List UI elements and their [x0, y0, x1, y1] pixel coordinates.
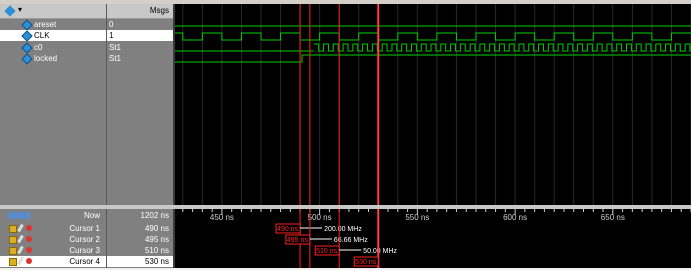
cursor-name: Cursor 4 — [69, 257, 100, 266]
cursor-delta-label: 50.00 MHz — [363, 248, 397, 255]
cursor-time-label: 495 ns — [287, 237, 309, 244]
signal-name: areset — [34, 20, 57, 29]
signal-row-clk[interactable]: CLK — [0, 30, 106, 42]
signal-icon — [21, 19, 33, 31]
cursor-value: 510 ns — [144, 246, 169, 255]
lock-icon[interactable] — [9, 225, 17, 233]
waveform-canvas[interactable] — [163, 4, 691, 205]
cursor-names-pane: Now Cursor 1 Cursor 2 Cursor 3 Cursor 4 — [0, 209, 106, 268]
delete-cursor-icon[interactable] — [26, 247, 32, 253]
signal-value: St1 — [109, 43, 122, 52]
now-icons[interactable] — [8, 212, 30, 219]
signal-name: CLK — [34, 31, 50, 40]
cursor-name: Cursor 2 — [69, 235, 100, 244]
signal-row-locked[interactable]: locked — [0, 53, 106, 65]
delete-cursor-icon[interactable] — [26, 258, 32, 264]
cursor-value: 495 ns — [144, 235, 169, 244]
signal-icon — [21, 30, 33, 42]
cursor-time-label: 490 ns — [277, 226, 299, 233]
signal-row-areset[interactable]: areset — [0, 19, 106, 31]
lock-icon[interactable] — [9, 236, 17, 244]
cursor-time-label: 530 ns — [355, 259, 377, 266]
wave-menu-icon[interactable] — [4, 5, 16, 17]
timeline-tick-label: 500 ns — [308, 213, 332, 222]
timeline-tick-label: 600 ns — [503, 213, 527, 222]
now-value: 1202 ns — [140, 211, 169, 220]
wave-clk — [163, 32, 691, 41]
cursor-time-label: 510 ns — [316, 248, 338, 255]
cursor-values-pane: 1202 ns 490 ns 495 ns 510 ns 530 ns — [107, 209, 173, 268]
cursor-delta-label: 200.00 MHz — [324, 226, 362, 233]
signal-name: c0 — [34, 43, 43, 52]
now-row: Now — [0, 210, 106, 221]
pencil-icon[interactable] — [17, 256, 24, 266]
cursor-timeline-svg: 450 ns 500 ns 550 ns 600 ns 650 ns 490 ns 200.… — [182, 209, 691, 268]
wave-locked — [175, 54, 691, 63]
timeline-tick-label: 450 ns — [210, 213, 234, 222]
signal-name: locked — [34, 54, 58, 63]
pencil-icon[interactable] — [17, 223, 24, 233]
now-label: Now — [83, 211, 100, 220]
signal-names-pane: ▾ areset CLK c0 locked — [0, 4, 106, 205]
signal-value: 1 — [107, 30, 173, 41]
cursor-name: Cursor 1 — [69, 224, 100, 233]
signal-value: 0 — [109, 20, 114, 29]
signal-row-c0[interactable]: c0 — [0, 42, 106, 54]
names-header: ▾ — [0, 4, 106, 19]
signal-values-pane: Msgs 0 1 St1 St1 — [107, 4, 173, 205]
wave-c0-clock — [313, 43, 691, 52]
lock-icon[interactable] — [9, 247, 17, 255]
cursor-row-2[interactable]: Cursor 2 — [0, 234, 106, 245]
cursor-value: 530 ns — [107, 256, 173, 267]
lock-icon[interactable] — [9, 258, 17, 266]
dropdown-arrow-icon[interactable]: ▾ — [18, 5, 22, 14]
delete-cursor-icon[interactable] — [26, 236, 32, 242]
signal-icon — [21, 42, 33, 54]
signal-value: St1 — [109, 54, 122, 63]
timeline-tick-label: 650 ns — [601, 213, 625, 222]
timeline-tick-label: 550 ns — [405, 213, 429, 222]
cursor-name: Cursor 3 — [69, 246, 100, 255]
cursor-row-4[interactable]: Cursor 4 — [0, 256, 106, 267]
pencil-icon[interactable] — [17, 234, 24, 244]
msgs-header: Msgs — [107, 4, 173, 19]
signal-icon — [21, 53, 33, 65]
waveform-svg — [163, 4, 691, 205]
cursor-value: 490 ns — [144, 224, 169, 233]
delete-cursor-icon[interactable] — [26, 225, 32, 231]
pencil-icon[interactable] — [17, 245, 24, 255]
cursor-row-3[interactable]: Cursor 3 — [0, 245, 106, 256]
cursor-timeline[interactable]: 450 ns 500 ns 550 ns 600 ns 650 ns 490 ns 200.… — [175, 209, 691, 268]
cursor-row-1[interactable]: Cursor 1 — [0, 223, 106, 234]
